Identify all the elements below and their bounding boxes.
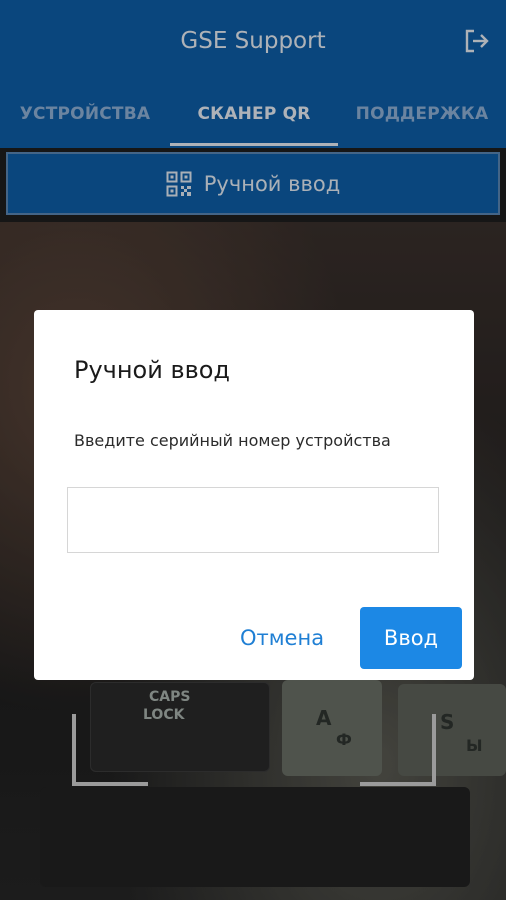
dialog-message: Введите серийный номер устройства	[74, 431, 391, 450]
serial-number-input[interactable]	[67, 487, 439, 553]
dialog-title: Ручной ввод	[74, 356, 231, 384]
confirm-button[interactable]: Ввод	[360, 607, 462, 669]
cancel-button[interactable]: Отмена	[230, 607, 334, 669]
manual-entry-dialog: Ручной ввод Введите серийный номер устро…	[34, 310, 474, 680]
